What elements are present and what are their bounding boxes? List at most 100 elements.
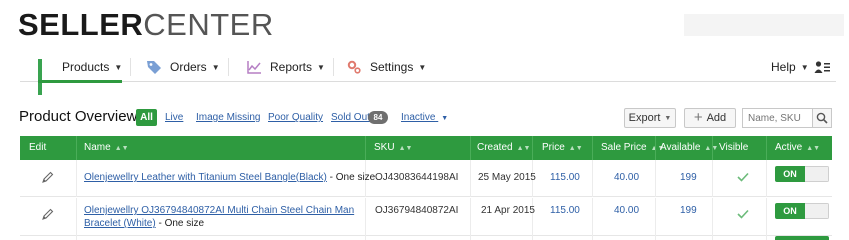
check-icon: [737, 172, 749, 182]
col-edit: Edit: [29, 142, 47, 153]
column-divider: [712, 160, 713, 197]
active-toggle[interactable]: ON: [775, 166, 829, 182]
column-divider: [592, 198, 593, 240]
active-toggle[interactable]: ON: [775, 203, 829, 219]
header-divider: [365, 136, 366, 160]
sale-price-cell[interactable]: 40.00: [614, 205, 639, 216]
chevron-down-icon: ▼: [114, 62, 123, 72]
available-cell[interactable]: 199: [680, 205, 697, 216]
col-name[interactable]: Name ▲▼: [84, 136, 129, 160]
check-icon: [737, 209, 749, 219]
column-divider: [592, 160, 593, 197]
sale-price-cell[interactable]: 40.00: [614, 172, 639, 183]
pencil-icon[interactable]: [41, 171, 54, 184]
col-sku-label: SKU: [374, 142, 395, 153]
chevron-down-icon: ▼: [211, 62, 220, 72]
nav-reports[interactable]: Reports ▼: [246, 52, 325, 82]
header-divider: [592, 136, 593, 160]
logo-center: CENTER: [143, 7, 274, 42]
gear-icon: [347, 60, 361, 74]
nav-divider: [228, 58, 229, 76]
price-cell[interactable]: 115.00: [550, 172, 580, 183]
filter-sold-out[interactable]: Sold Out: [331, 112, 370, 123]
col-available-label: Available: [660, 142, 701, 153]
sort-icon: ▲▼: [806, 145, 821, 152]
table-row: Olenjewellry Leather with Titanium Steel…: [20, 160, 832, 197]
filter-poor-quality[interactable]: Poor Quality: [268, 112, 323, 123]
product-name-link[interactable]: Olenjewellry Leather with Titanium Steel…: [84, 172, 327, 183]
sort-icon: ▲▼: [114, 145, 129, 152]
filter-inactive[interactable]: Inactive ▼: [401, 112, 448, 123]
col-active[interactable]: Active ▲▼: [775, 136, 820, 160]
nav-products[interactable]: Products ▼: [38, 52, 123, 95]
nav-divider: [130, 58, 131, 76]
chevron-down-icon: ▼: [317, 62, 325, 72]
header-divider: [76, 136, 77, 160]
col-sale-price-label: Sale Price: [601, 142, 647, 153]
nav-settings[interactable]: Settings ▼: [346, 52, 426, 82]
nav-products-label: Products: [62, 60, 110, 74]
filter-inactive-label: Inactive: [401, 112, 436, 123]
chart-icon: [247, 61, 261, 74]
toggle-knob: [805, 166, 829, 182]
logo-seller: SELLER: [18, 7, 144, 42]
search-button[interactable]: [812, 108, 832, 128]
sort-icon: ▲▼: [568, 145, 583, 152]
tag-icon: [147, 61, 161, 74]
col-price-label: Price: [542, 142, 565, 153]
active-toggle-label: ON: [775, 203, 805, 219]
user-icon: [814, 61, 830, 73]
search-input[interactable]: [742, 108, 812, 128]
filter-image-missing[interactable]: Image Missing: [196, 112, 260, 123]
sku-cell: OJ36794840872AI: [375, 205, 459, 216]
col-active-label: Active: [775, 142, 803, 153]
pencil-icon[interactable]: [41, 208, 54, 221]
header-divider: [712, 136, 713, 160]
export-button[interactable]: Export ▼: [624, 108, 676, 128]
product-name-cell: Olenjewellry Leather with Titanium Steel…: [84, 172, 375, 183]
user-menu[interactable]: [814, 52, 830, 82]
nav-orders[interactable]: Orders ▼: [146, 52, 220, 82]
product-name-link[interactable]: Bracelet (White): [84, 218, 156, 229]
col-created-label: Created: [477, 142, 513, 153]
table-header: Edit Name ▲▼ SKU ▲▼ Created ▲▼ Price ▲▼ Sale…: [20, 136, 832, 160]
nav-divider: [333, 58, 334, 76]
filter-live[interactable]: Live: [165, 112, 183, 123]
nav-help[interactable]: Help ▼: [771, 52, 809, 82]
main-nav: Products ▼ Orders ▼ Reports ▼ Settings ▼…: [20, 52, 836, 95]
sort-icon: ▲▼: [516, 145, 531, 152]
product-size: - One size: [155, 218, 205, 229]
nav-reports-label: Reports: [270, 60, 313, 74]
column-divider: [655, 198, 656, 240]
column-divider: [766, 160, 767, 197]
seller-center-logo[interactable]: SELLERCENTER: [18, 8, 274, 42]
product-name-link[interactable]: Olenjewellry OJ36794840872AI Multi Chain…: [84, 205, 354, 216]
col-created[interactable]: Created ▲▼: [477, 136, 530, 160]
col-sku[interactable]: SKU ▲▼: [374, 136, 412, 160]
nav-settings-label: Settings: [370, 60, 414, 74]
top-right-placeholder: [684, 14, 844, 36]
price-cell[interactable]: 115.00: [550, 205, 580, 216]
header-divider: [655, 136, 656, 160]
sort-icon: ▲▼: [398, 145, 413, 152]
nav-orders-label: Orders: [170, 60, 207, 74]
header-divider: [766, 136, 767, 160]
available-cell[interactable]: 199: [680, 172, 697, 183]
col-available[interactable]: Available▲▼: [660, 136, 718, 160]
add-button[interactable]: + Add: [684, 108, 736, 128]
active-toggle-partial[interactable]: [775, 236, 829, 240]
header-divider: [532, 136, 533, 160]
filter-all[interactable]: All: [136, 109, 157, 126]
col-name-label: Name: [84, 142, 111, 153]
col-price[interactable]: Price ▲▼: [542, 136, 583, 160]
page-title: Product Overview: [19, 108, 138, 125]
column-divider: [76, 198, 77, 240]
chevron-down-icon: ▼: [418, 62, 427, 72]
created-cell: 21 Apr 2015: [481, 205, 535, 216]
created-cell: 25 May 2015: [478, 172, 536, 183]
export-label: Export: [628, 112, 661, 124]
header-divider: [470, 136, 471, 160]
nav-help-label: Help: [771, 60, 796, 74]
chevron-down-icon: ▼: [441, 115, 449, 122]
col-visible: Visible: [719, 142, 749, 153]
